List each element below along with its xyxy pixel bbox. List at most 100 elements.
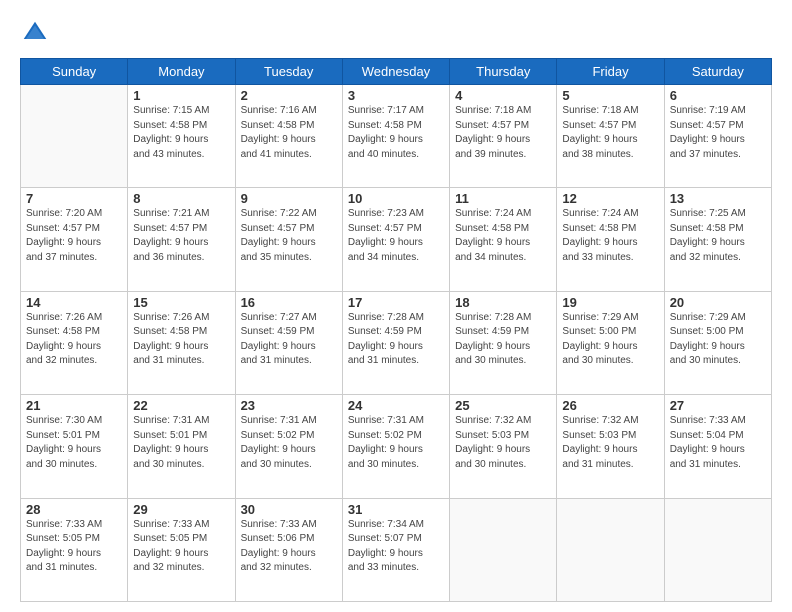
day-info: Sunrise: 7:18 AM Sunset: 4:57 PM Dayligh… xyxy=(455,104,551,162)
day-headers-row: SundayMondayTuesdayWednesdayThursdayFrid… xyxy=(21,59,772,85)
calendar-cell: 20Sunrise: 7:29 AM Sunset: 5:00 PM Dayli… xyxy=(664,291,771,394)
day-header-tuesday: Tuesday xyxy=(235,59,342,85)
day-number: 17 xyxy=(348,295,444,310)
day-info: Sunrise: 7:26 AM Sunset: 4:58 PM Dayligh… xyxy=(133,311,229,369)
day-header-thursday: Thursday xyxy=(450,59,557,85)
day-info: Sunrise: 7:24 AM Sunset: 4:58 PM Dayligh… xyxy=(562,207,658,265)
day-info: Sunrise: 7:32 AM Sunset: 5:03 PM Dayligh… xyxy=(562,414,658,472)
day-info: Sunrise: 7:15 AM Sunset: 4:58 PM Dayligh… xyxy=(133,104,229,162)
calendar-cell: 11Sunrise: 7:24 AM Sunset: 4:58 PM Dayli… xyxy=(450,188,557,291)
day-number: 29 xyxy=(133,502,229,517)
day-number: 4 xyxy=(455,88,551,103)
day-number: 10 xyxy=(348,191,444,206)
day-info: Sunrise: 7:29 AM Sunset: 5:00 PM Dayligh… xyxy=(670,311,766,369)
day-info: Sunrise: 7:33 AM Sunset: 5:06 PM Dayligh… xyxy=(241,518,337,576)
day-info: Sunrise: 7:21 AM Sunset: 4:57 PM Dayligh… xyxy=(133,207,229,265)
day-info: Sunrise: 7:17 AM Sunset: 4:58 PM Dayligh… xyxy=(348,104,444,162)
day-info: Sunrise: 7:33 AM Sunset: 5:05 PM Dayligh… xyxy=(26,518,122,576)
day-info: Sunrise: 7:30 AM Sunset: 5:01 PM Dayligh… xyxy=(26,414,122,472)
calendar-cell: 16Sunrise: 7:27 AM Sunset: 4:59 PM Dayli… xyxy=(235,291,342,394)
day-number: 24 xyxy=(348,398,444,413)
day-info: Sunrise: 7:34 AM Sunset: 5:07 PM Dayligh… xyxy=(348,518,444,576)
day-info: Sunrise: 7:19 AM Sunset: 4:57 PM Dayligh… xyxy=(670,104,766,162)
day-number: 7 xyxy=(26,191,122,206)
day-info: Sunrise: 7:18 AM Sunset: 4:57 PM Dayligh… xyxy=(562,104,658,162)
calendar-cell: 22Sunrise: 7:31 AM Sunset: 5:01 PM Dayli… xyxy=(128,395,235,498)
day-number: 31 xyxy=(348,502,444,517)
calendar-cell: 1Sunrise: 7:15 AM Sunset: 4:58 PM Daylig… xyxy=(128,85,235,188)
calendar-cell: 26Sunrise: 7:32 AM Sunset: 5:03 PM Dayli… xyxy=(557,395,664,498)
day-number: 1 xyxy=(133,88,229,103)
calendar-cell: 29Sunrise: 7:33 AM Sunset: 5:05 PM Dayli… xyxy=(128,498,235,601)
day-number: 27 xyxy=(670,398,766,413)
calendar-cell: 30Sunrise: 7:33 AM Sunset: 5:06 PM Dayli… xyxy=(235,498,342,601)
calendar-cell: 31Sunrise: 7:34 AM Sunset: 5:07 PM Dayli… xyxy=(342,498,449,601)
calendar-cell: 3Sunrise: 7:17 AM Sunset: 4:58 PM Daylig… xyxy=(342,85,449,188)
day-info: Sunrise: 7:26 AM Sunset: 4:58 PM Dayligh… xyxy=(26,311,122,369)
calendar-cell: 14Sunrise: 7:26 AM Sunset: 4:58 PM Dayli… xyxy=(21,291,128,394)
calendar: SundayMondayTuesdayWednesdayThursdayFrid… xyxy=(20,58,772,602)
calendar-cell xyxy=(664,498,771,601)
calendar-cell: 27Sunrise: 7:33 AM Sunset: 5:04 PM Dayli… xyxy=(664,395,771,498)
calendar-cell: 2Sunrise: 7:16 AM Sunset: 4:58 PM Daylig… xyxy=(235,85,342,188)
day-number: 3 xyxy=(348,88,444,103)
day-info: Sunrise: 7:16 AM Sunset: 4:58 PM Dayligh… xyxy=(241,104,337,162)
calendar-cell: 10Sunrise: 7:23 AM Sunset: 4:57 PM Dayli… xyxy=(342,188,449,291)
week-row-2: 14Sunrise: 7:26 AM Sunset: 4:58 PM Dayli… xyxy=(21,291,772,394)
page: SundayMondayTuesdayWednesdayThursdayFrid… xyxy=(0,0,792,612)
day-number: 20 xyxy=(670,295,766,310)
day-header-saturday: Saturday xyxy=(664,59,771,85)
day-number: 15 xyxy=(133,295,229,310)
logo xyxy=(20,18,54,48)
day-info: Sunrise: 7:28 AM Sunset: 4:59 PM Dayligh… xyxy=(455,311,551,369)
day-info: Sunrise: 7:25 AM Sunset: 4:58 PM Dayligh… xyxy=(670,207,766,265)
calendar-cell: 15Sunrise: 7:26 AM Sunset: 4:58 PM Dayli… xyxy=(128,291,235,394)
week-row-1: 7Sunrise: 7:20 AM Sunset: 4:57 PM Daylig… xyxy=(21,188,772,291)
day-info: Sunrise: 7:22 AM Sunset: 4:57 PM Dayligh… xyxy=(241,207,337,265)
day-number: 12 xyxy=(562,191,658,206)
day-number: 11 xyxy=(455,191,551,206)
day-info: Sunrise: 7:24 AM Sunset: 4:58 PM Dayligh… xyxy=(455,207,551,265)
day-number: 19 xyxy=(562,295,658,310)
day-header-monday: Monday xyxy=(128,59,235,85)
day-number: 26 xyxy=(562,398,658,413)
day-number: 2 xyxy=(241,88,337,103)
calendar-cell xyxy=(557,498,664,601)
calendar-cell: 7Sunrise: 7:20 AM Sunset: 4:57 PM Daylig… xyxy=(21,188,128,291)
logo-icon xyxy=(20,18,50,48)
day-number: 5 xyxy=(562,88,658,103)
calendar-cell: 13Sunrise: 7:25 AM Sunset: 4:58 PM Dayli… xyxy=(664,188,771,291)
day-number: 23 xyxy=(241,398,337,413)
calendar-cell: 8Sunrise: 7:21 AM Sunset: 4:57 PM Daylig… xyxy=(128,188,235,291)
day-number: 30 xyxy=(241,502,337,517)
day-info: Sunrise: 7:32 AM Sunset: 5:03 PM Dayligh… xyxy=(455,414,551,472)
calendar-cell xyxy=(21,85,128,188)
day-info: Sunrise: 7:28 AM Sunset: 4:59 PM Dayligh… xyxy=(348,311,444,369)
day-number: 21 xyxy=(26,398,122,413)
calendar-cell: 24Sunrise: 7:31 AM Sunset: 5:02 PM Dayli… xyxy=(342,395,449,498)
day-info: Sunrise: 7:20 AM Sunset: 4:57 PM Dayligh… xyxy=(26,207,122,265)
calendar-cell: 17Sunrise: 7:28 AM Sunset: 4:59 PM Dayli… xyxy=(342,291,449,394)
day-header-wednesday: Wednesday xyxy=(342,59,449,85)
day-info: Sunrise: 7:31 AM Sunset: 5:02 PM Dayligh… xyxy=(241,414,337,472)
day-info: Sunrise: 7:27 AM Sunset: 4:59 PM Dayligh… xyxy=(241,311,337,369)
week-row-0: 1Sunrise: 7:15 AM Sunset: 4:58 PM Daylig… xyxy=(21,85,772,188)
day-header-friday: Friday xyxy=(557,59,664,85)
calendar-cell: 9Sunrise: 7:22 AM Sunset: 4:57 PM Daylig… xyxy=(235,188,342,291)
calendar-cell: 25Sunrise: 7:32 AM Sunset: 5:03 PM Dayli… xyxy=(450,395,557,498)
calendar-cell: 4Sunrise: 7:18 AM Sunset: 4:57 PM Daylig… xyxy=(450,85,557,188)
week-row-4: 28Sunrise: 7:33 AM Sunset: 5:05 PM Dayli… xyxy=(21,498,772,601)
day-number: 9 xyxy=(241,191,337,206)
calendar-cell: 19Sunrise: 7:29 AM Sunset: 5:00 PM Dayli… xyxy=(557,291,664,394)
day-info: Sunrise: 7:31 AM Sunset: 5:02 PM Dayligh… xyxy=(348,414,444,472)
calendar-cell: 12Sunrise: 7:24 AM Sunset: 4:58 PM Dayli… xyxy=(557,188,664,291)
day-number: 13 xyxy=(670,191,766,206)
day-info: Sunrise: 7:29 AM Sunset: 5:00 PM Dayligh… xyxy=(562,311,658,369)
calendar-cell xyxy=(450,498,557,601)
calendar-cell: 28Sunrise: 7:33 AM Sunset: 5:05 PM Dayli… xyxy=(21,498,128,601)
day-number: 8 xyxy=(133,191,229,206)
day-number: 22 xyxy=(133,398,229,413)
day-info: Sunrise: 7:23 AM Sunset: 4:57 PM Dayligh… xyxy=(348,207,444,265)
day-info: Sunrise: 7:31 AM Sunset: 5:01 PM Dayligh… xyxy=(133,414,229,472)
week-row-3: 21Sunrise: 7:30 AM Sunset: 5:01 PM Dayli… xyxy=(21,395,772,498)
